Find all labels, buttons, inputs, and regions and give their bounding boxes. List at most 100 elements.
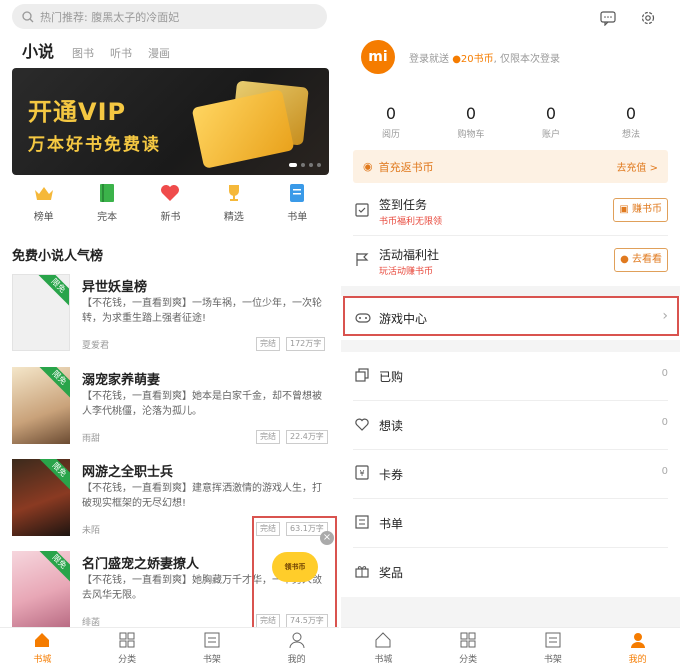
vip-banner[interactable]: 开通VIP 万本好书免费读 bbox=[12, 68, 329, 175]
stat-value: 0 bbox=[625, 104, 637, 123]
avatar[interactable]: mi bbox=[361, 40, 395, 74]
button-label: 去看看 bbox=[632, 254, 662, 265]
menu-item-coupons[interactable]: ¥ 卡券 0 bbox=[353, 450, 668, 498]
tab-bookshelf[interactable]: 书架 bbox=[170, 628, 255, 667]
task-title: 活动福利社 bbox=[379, 248, 440, 262]
tab-novel[interactable]: 小说 bbox=[22, 38, 54, 62]
login-text: 登录就送 bbox=[409, 54, 449, 65]
tab-label: 我的 bbox=[287, 655, 306, 665]
tab-comics[interactable]: 漫画 bbox=[148, 45, 170, 61]
bottom-tab-bar: 书城 分类 书架 我的 bbox=[0, 627, 339, 667]
quick-link-featured[interactable]: 精选 bbox=[210, 182, 258, 223]
book-status: 完结 bbox=[256, 430, 280, 444]
book-cover: 限免 bbox=[12, 551, 70, 628]
search-bar[interactable]: 热门推荐: 腹黑太子的冷面妃 bbox=[12, 4, 327, 29]
tab-bookstore[interactable]: 书城 bbox=[0, 628, 85, 667]
search-icon bbox=[22, 10, 34, 22]
category-tabs: 小说 图书 听书 漫画 bbox=[22, 38, 186, 62]
task-signin[interactable]: 签到任务 书币福利无限领 ▣ 赚书币 bbox=[353, 186, 668, 236]
bookshelf-icon bbox=[543, 630, 563, 650]
book-author: 未陌 bbox=[82, 526, 101, 536]
home-icon bbox=[32, 630, 52, 650]
earn-coins-button[interactable]: ▣ 赚书币 bbox=[613, 198, 668, 222]
free-flag: 限免 bbox=[37, 367, 70, 400]
menu-item-booklist[interactable]: 书单 bbox=[353, 499, 668, 547]
quick-link-booklist[interactable]: 书单 bbox=[273, 182, 321, 223]
crown-icon bbox=[33, 182, 55, 204]
highlight-box bbox=[343, 296, 679, 336]
tab-mine[interactable]: 我的 bbox=[595, 628, 680, 667]
stat-account[interactable]: 0 账户 bbox=[521, 104, 581, 140]
vip-card-image bbox=[191, 89, 295, 169]
tab-category[interactable]: 分类 bbox=[85, 628, 170, 667]
free-flag: 限免 bbox=[37, 551, 70, 584]
free-flag: 限免 bbox=[37, 459, 70, 492]
floating-ad-button[interactable]: 领书币 bbox=[272, 552, 318, 582]
stat-cart[interactable]: 0 购物车 bbox=[441, 104, 501, 140]
flag-icon bbox=[355, 252, 369, 271]
tab-mine[interactable]: 我的 bbox=[254, 628, 339, 667]
recharge-promo[interactable]: ◉ 首充返书币 去充值 > bbox=[353, 150, 668, 183]
tab-label: 书架 bbox=[543, 655, 562, 665]
quick-link-new[interactable]: 新书 bbox=[146, 182, 194, 223]
section-title: 免费小说人气榜 bbox=[12, 249, 104, 264]
stat-history[interactable]: 0 阅历 bbox=[361, 104, 421, 140]
heart-icon bbox=[159, 182, 181, 204]
book-author: 夏爱君 bbox=[82, 341, 110, 351]
gift-icon: ▣ bbox=[619, 204, 629, 215]
recharge-link[interactable]: 去充值 > bbox=[616, 159, 658, 174]
search-placeholder: 热门推荐: 腹黑太子的冷面妃 bbox=[40, 10, 180, 24]
coin-icon: ● bbox=[620, 254, 629, 265]
quick-link-ranking[interactable]: 榜单 bbox=[20, 182, 68, 223]
book-status: 完结 bbox=[256, 337, 280, 351]
book-icon bbox=[96, 182, 118, 204]
bookshelf-icon bbox=[202, 630, 222, 650]
free-flag: 限免 bbox=[36, 275, 69, 308]
carousel-dots bbox=[285, 163, 321, 167]
book-author: 雨甜 bbox=[82, 434, 101, 444]
menu-item-prizes[interactable]: 奖品 bbox=[353, 548, 668, 596]
button-label: 赚书币 bbox=[632, 204, 662, 215]
screenshot: 热门推荐: 腹黑太子的冷面妃 小说 图书 听书 漫画 开通VIP 万本好书免费读… bbox=[0, 0, 680, 667]
login-prompt[interactable]: 登录就送 ●20书币, 仅限本次登录 bbox=[409, 50, 560, 65]
calendar-check-icon bbox=[355, 202, 369, 221]
menu-item-want-to-read[interactable]: 想读 0 bbox=[353, 401, 668, 449]
quick-link-complete[interactable]: 完本 bbox=[83, 182, 131, 223]
profile-screen: mi 登录就送 ●20书币, 仅限本次登录 0 阅历 0 购物车 0 账户 0 想法 ◉… bbox=[341, 0, 680, 667]
stat-label: 购物车 bbox=[457, 130, 485, 140]
tab-bookstore[interactable]: 书城 bbox=[341, 628, 426, 667]
stat-ideas[interactable]: 0 想法 bbox=[601, 104, 661, 140]
promo-text: 首充返书币 bbox=[378, 160, 434, 174]
message-icon[interactable] bbox=[600, 10, 616, 30]
tab-bookshelf[interactable]: 书架 bbox=[511, 628, 596, 667]
view-activity-button[interactable]: ● 去看看 bbox=[614, 248, 668, 272]
quick-links: 榜单 完本 新书 精选 书单 bbox=[12, 182, 329, 223]
book-description: 【不花钱，一直看到爽】一场车祸，一位少年，一次轮转，为求重生踏上强者征途! bbox=[82, 298, 322, 324]
book-description: 【不花钱，一直看到爽】建意挥洒激情的游戏人生，打破现实框架的无尽幻想! bbox=[82, 483, 322, 509]
book-cover: 限免 bbox=[12, 459, 70, 536]
menu-label: 已购 bbox=[379, 370, 404, 384]
stat-value: 0 bbox=[545, 104, 557, 123]
tab-category[interactable]: 分类 bbox=[426, 628, 511, 667]
menu-label: 书单 bbox=[379, 517, 404, 531]
task-subtitle: 玩活动赚书币 bbox=[379, 267, 434, 277]
book-title: 溺宠家养萌妻 bbox=[82, 373, 161, 388]
stat-value: 0 bbox=[385, 104, 397, 123]
tab-books[interactable]: 图书 bbox=[72, 45, 94, 61]
coin-icon: ● bbox=[452, 54, 461, 65]
tab-audio[interactable]: 听书 bbox=[110, 45, 132, 61]
gear-icon[interactable] bbox=[640, 10, 656, 30]
close-icon[interactable]: × bbox=[320, 531, 334, 545]
book-item[interactable]: 限免 溺宠家养萌妻 【不花钱，一直看到爽】她本是白家千金，却不曾想被人李代桃僵，… bbox=[12, 367, 332, 447]
stat-label: 账户 bbox=[541, 130, 560, 140]
stat-label: 想法 bbox=[621, 130, 640, 140]
menu-item-purchased[interactable]: 已购 0 bbox=[353, 352, 668, 400]
task-activity[interactable]: 活动福利社 玩活动赚书币 ● 去看看 bbox=[353, 236, 668, 286]
book-item[interactable]: 限免 异世妖皇榜 【不花钱，一直看到爽】一场车祸，一位少年，一次轮转，为求重生踏… bbox=[12, 274, 332, 354]
book-title: 网游之全职士兵 bbox=[82, 465, 174, 480]
header-actions bbox=[576, 10, 656, 30]
bottom-tab-bar: 书城 分类 书架 我的 bbox=[341, 627, 680, 667]
tab-label: 我的 bbox=[628, 655, 647, 665]
login-text-suffix: , 仅限本次登录 bbox=[493, 54, 561, 65]
stats-row: 0 阅历 0 购物车 0 账户 0 想法 bbox=[351, 104, 671, 140]
